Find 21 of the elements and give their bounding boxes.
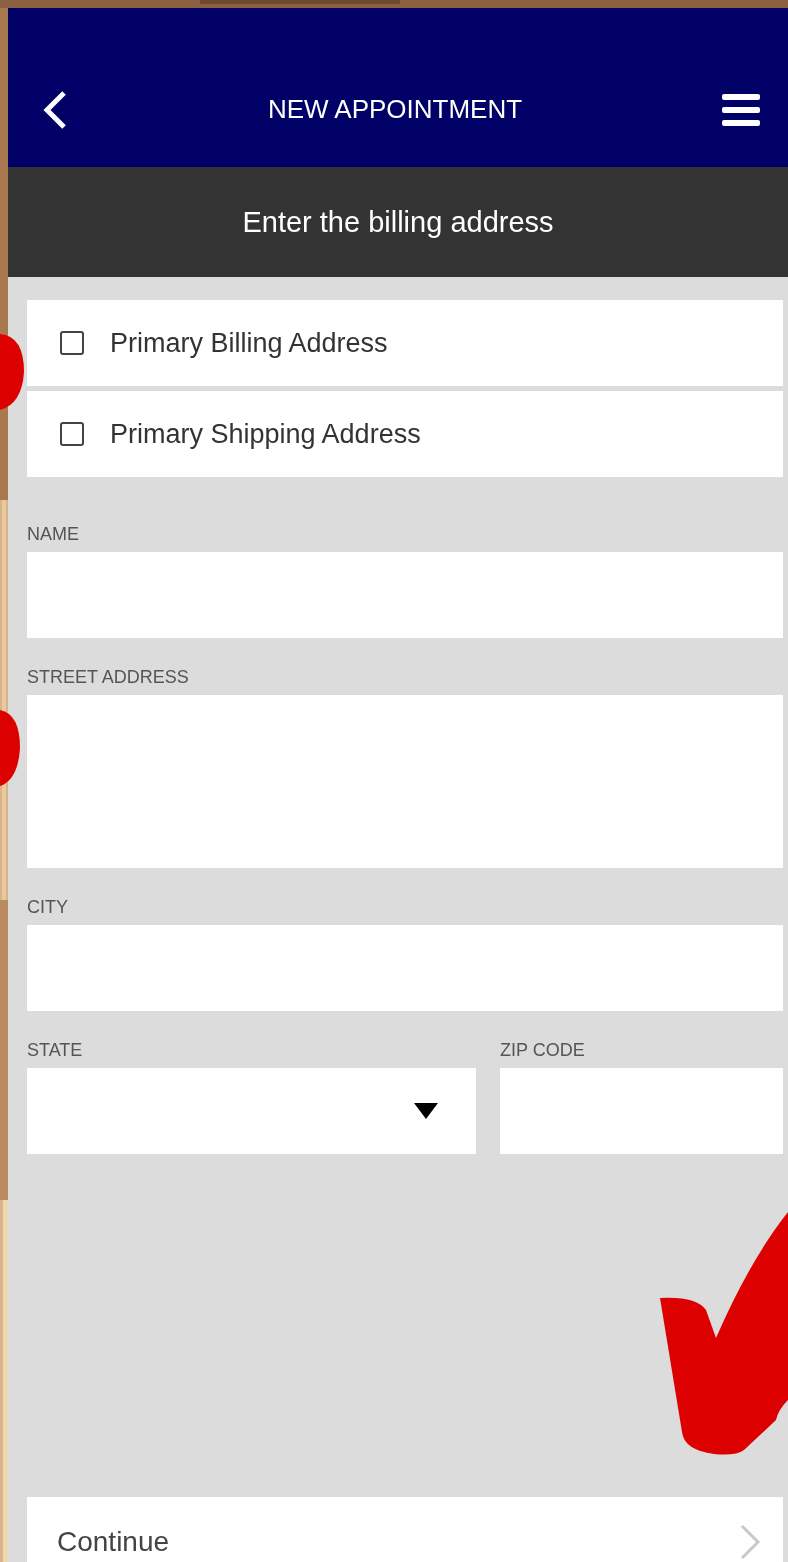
input-field[interactable] [27, 695, 783, 868]
caret-icon [414, 1103, 438, 1119]
field-label: STATE [27, 1039, 83, 1061]
checkbox[interactable] [60, 331, 84, 355]
screen-title: NEW APPOINTMENT [267, 94, 523, 125]
menu-icon[interactable] [722, 93, 760, 126]
input-field[interactable] [500, 1068, 783, 1154]
input-field[interactable] [27, 925, 783, 1011]
field-label: CITY [27, 896, 68, 918]
field-label: ZIP CODE [500, 1039, 585, 1061]
input-field[interactable] [27, 552, 783, 638]
field-label: NAME [27, 523, 79, 545]
chevron-icon [739, 1524, 761, 1560]
dropdown-field[interactable] [27, 1068, 476, 1154]
field-label: STREET ADDRESS [27, 666, 189, 688]
checkbox[interactable] [60, 422, 84, 446]
checkbox-row[interactable]: Primary Billing Address [27, 300, 783, 386]
back-icon[interactable] [42, 89, 68, 130]
checkbox-row[interactable]: Primary Shipping Address [27, 391, 783, 477]
continue-button[interactable]: Continue [27, 1497, 783, 1562]
instruction-text: Enter the billing address [242, 205, 554, 239]
